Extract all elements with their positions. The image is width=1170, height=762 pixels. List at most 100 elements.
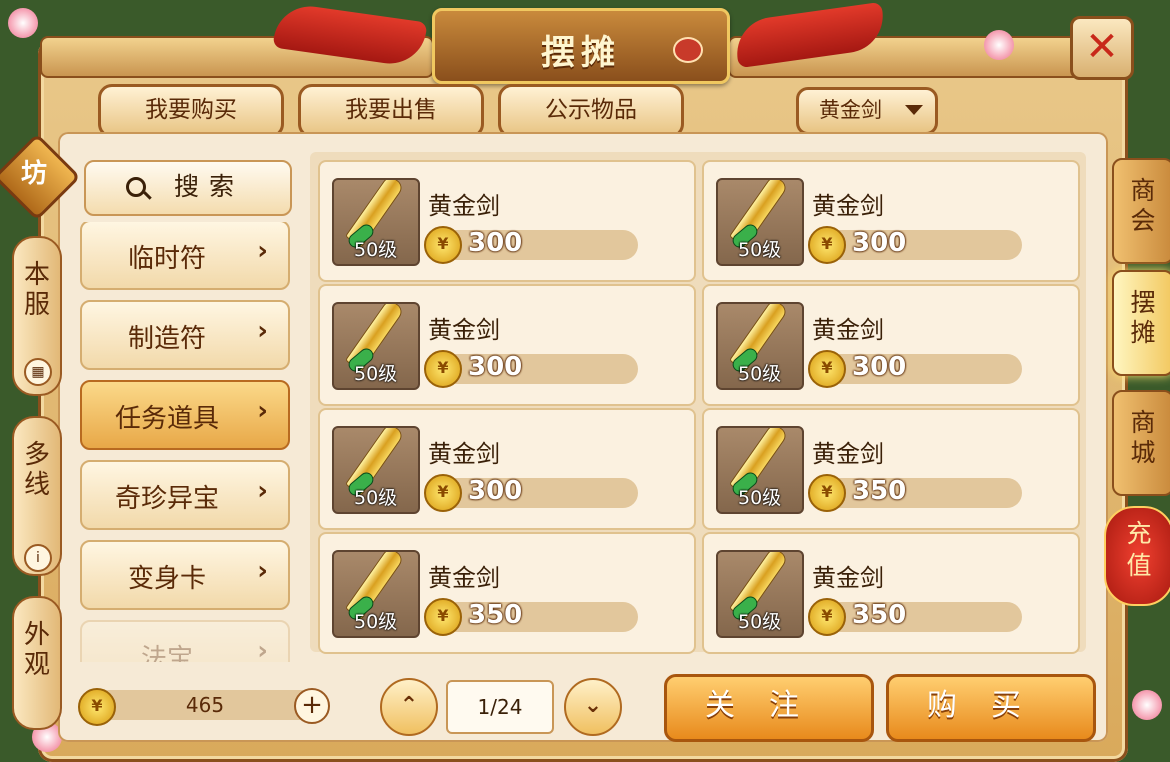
coin-icon: ¥: [808, 350, 846, 388]
item-name: 黄金剑: [812, 316, 884, 344]
category-label: 奇珍异宝: [114, 484, 219, 514]
recharge-label: 充值: [1126, 519, 1152, 580]
follow-label: 关注: [705, 688, 833, 723]
item-name: 黄金剑: [812, 440, 884, 468]
info-icon: i: [24, 544, 52, 572]
golden-sword-icon: 50级: [332, 426, 420, 514]
plus-icon: +: [301, 690, 323, 720]
category-item-transform-card[interactable]: 变身卡 ›: [80, 540, 290, 610]
coin-icon: ¥: [808, 598, 846, 636]
listing-card[interactable]: 50级 黄金剑 ¥ 350: [702, 532, 1080, 654]
caret-down-icon: [905, 105, 923, 115]
side-tab-mall-label: 商城: [1130, 408, 1156, 467]
coin-icon: ¥: [424, 474, 462, 512]
tab-sell-label: 我要出售: [345, 97, 437, 123]
golden-sword-icon: 50级: [332, 178, 420, 266]
category-label: 制造符: [127, 324, 206, 354]
category-item-rare-treasures[interactable]: 奇珍异宝 ›: [80, 460, 290, 530]
item-price: 350: [852, 600, 907, 630]
page-indicator: 1/24: [446, 680, 554, 734]
item-price: 300: [468, 228, 523, 258]
blossom-icon: [8, 8, 38, 38]
category-item-magic-artifact[interactable]: 法宝 ›: [80, 620, 290, 662]
follow-button[interactable]: 关注: [664, 674, 874, 742]
recharge-button[interactable]: 充值: [1104, 506, 1170, 606]
item-level: 50级: [738, 487, 782, 509]
buy-label: 购买: [927, 688, 1055, 723]
tab-sell[interactable]: 我要出售: [298, 84, 484, 138]
category-label: 变身卡: [127, 564, 206, 594]
item-name: 黄金剑: [812, 192, 884, 220]
golden-sword-icon: 50级: [332, 302, 420, 390]
item-level: 50级: [354, 239, 398, 261]
chevron-right-icon: ›: [257, 476, 268, 506]
currency-balance: 465: [94, 690, 316, 720]
chevron-right-icon: ›: [257, 556, 268, 586]
category-list[interactable]: 临时符 › 制造符 › 任务道具 › 奇珍异宝 › 变身卡 › 法宝 ›: [80, 222, 290, 662]
item-name: 黄金剑: [812, 564, 884, 592]
close-icon: ✕: [1085, 24, 1119, 70]
side-tab-multi-line-label: 多线: [23, 440, 50, 500]
side-tab-mall[interactable]: 商城: [1112, 390, 1170, 496]
category-label: 任务道具: [114, 404, 219, 434]
shop-badge-label: 坊: [20, 159, 47, 189]
side-tab-multi-line[interactable]: 多线 i: [12, 416, 62, 576]
item-level: 50级: [354, 363, 398, 385]
listing-card[interactable]: 50级 黄金剑 ¥ 300: [318, 160, 696, 282]
side-tab-appearance-label: 外观: [23, 620, 50, 680]
search-label: 搜索: [174, 172, 245, 201]
listing-card[interactable]: 50级 黄金剑 ¥ 300: [702, 284, 1080, 406]
add-currency-button[interactable]: +: [294, 688, 330, 724]
listing-card[interactable]: 50级 黄金剑 ¥ 350: [702, 408, 1080, 530]
listing-grid: 50级 黄金剑 ¥ 300 50级 黄金剑 ¥ 300 50级 黄金剑 ¥ 30…: [310, 152, 1086, 654]
item-level: 50级: [354, 487, 398, 509]
blossom-icon: [984, 30, 1014, 60]
side-tab-appearance[interactable]: 外观: [12, 596, 62, 730]
item-level: 50级: [738, 363, 782, 385]
coin-icon: ¥: [808, 226, 846, 264]
grid-icon: ▦: [24, 358, 52, 386]
side-tab-guild-label: 商会: [1130, 176, 1156, 235]
category-item-temporary-talisman[interactable]: 临时符 ›: [80, 222, 290, 290]
blossom-icon: [1132, 690, 1162, 720]
page-down-button[interactable]: ⌄: [564, 678, 622, 736]
golden-sword-icon: 50级: [332, 550, 420, 638]
tab-buy[interactable]: 我要购买: [98, 84, 284, 138]
search-button[interactable]: 搜索: [84, 160, 292, 216]
item-name: 黄金剑: [428, 192, 500, 220]
coin-icon: ¥: [424, 226, 462, 264]
category-item-quest-items[interactable]: 任务道具 ›: [80, 380, 290, 450]
category-item-crafting-talisman[interactable]: 制造符 ›: [80, 300, 290, 370]
listing-card[interactable]: 50级 黄金剑 ¥ 300: [318, 408, 696, 530]
golden-sword-icon: 50级: [716, 178, 804, 266]
item-level: 50级: [738, 611, 782, 633]
coin-icon: ¥: [78, 688, 116, 726]
item-price: 300: [852, 352, 907, 382]
buy-button[interactable]: 购买: [886, 674, 1096, 742]
item-level: 50级: [354, 611, 398, 633]
chevron-up-icon: ⌃: [399, 693, 419, 718]
side-tab-this-server[interactable]: 本服 ▦: [12, 236, 62, 396]
category-label: 临时符: [127, 244, 206, 274]
category-label: 法宝: [140, 644, 193, 662]
chevron-right-icon: ›: [257, 396, 268, 426]
chevron-right-icon: ›: [257, 636, 268, 662]
listing-card[interactable]: 50级 黄金剑 ¥ 300: [318, 284, 696, 406]
side-tab-stall[interactable]: 摆摊: [1112, 270, 1170, 376]
side-tab-stall-label: 摆摊: [1130, 288, 1156, 347]
chevron-down-icon: ⌄: [583, 693, 603, 718]
side-tab-guild[interactable]: 商会: [1112, 158, 1170, 264]
tab-public-items[interactable]: 公示物品: [498, 84, 684, 138]
item-price: 300: [852, 228, 907, 258]
item-filter-dropdown[interactable]: 黄金剑: [796, 87, 938, 135]
tab-public-items-label: 公示物品: [545, 97, 637, 123]
coin-icon: ¥: [424, 598, 462, 636]
listing-card[interactable]: 50级 黄金剑 ¥ 350: [318, 532, 696, 654]
side-tab-this-server-label: 本服: [23, 260, 50, 320]
page-up-button[interactable]: ⌃: [380, 678, 438, 736]
close-button[interactable]: ✕: [1070, 16, 1134, 80]
listing-card[interactable]: 50级 黄金剑 ¥ 300: [702, 160, 1080, 282]
item-price: 300: [468, 476, 523, 506]
item-price: 350: [468, 600, 523, 630]
title-plate: 摆摊: [432, 8, 730, 84]
